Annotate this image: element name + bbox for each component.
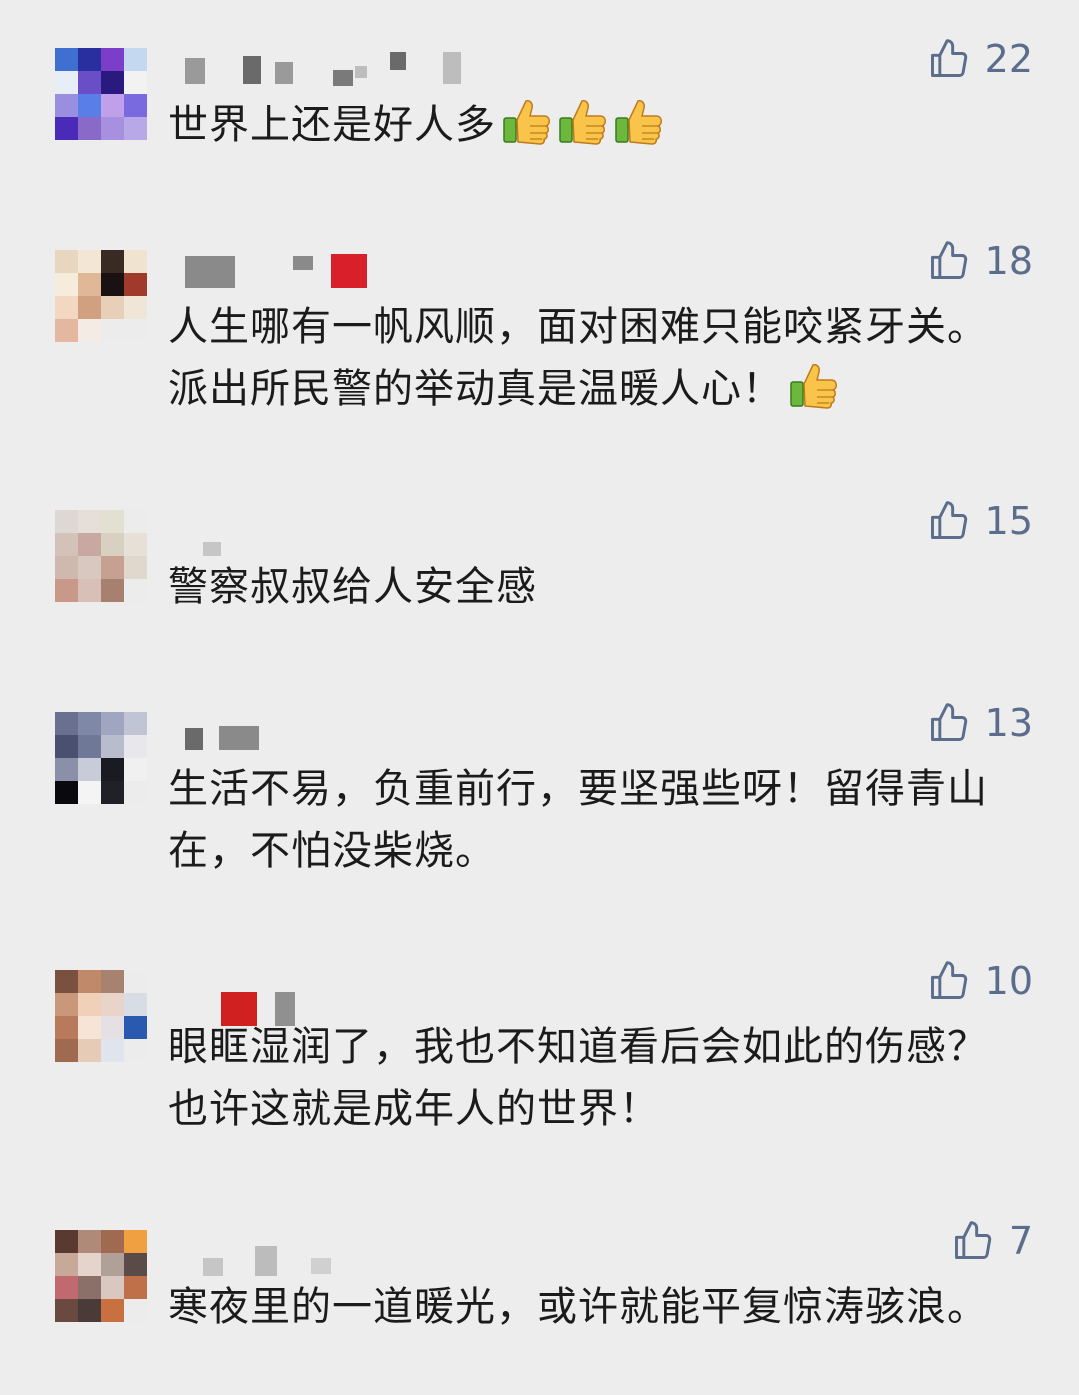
avatar[interactable] xyxy=(55,250,147,342)
like-count: 18 xyxy=(984,239,1033,283)
like-button[interactable]: 15 xyxy=(927,496,1033,546)
thumbs-up-emoji-icon xyxy=(790,364,837,409)
like-count: 15 xyxy=(984,499,1033,543)
avatar[interactable] xyxy=(55,510,147,602)
thumbs-up-emoji-icon xyxy=(615,100,662,145)
like-count: 22 xyxy=(984,37,1033,81)
comment-text-content: 人生哪有一帆风顺，面对困难只能咬紧牙关。派出所民警的举动真是温暖人心！ xyxy=(168,304,988,412)
nickname-redacted[interactable] xyxy=(185,48,485,88)
nickname-redacted[interactable] xyxy=(185,250,485,290)
like-button[interactable]: 7 xyxy=(951,1216,1033,1266)
avatar[interactable] xyxy=(55,1230,147,1322)
thumbs-up-icon xyxy=(930,241,967,279)
comment-text: 寒夜里的一道暖光，或许就能平复惊涛骇浪。 xyxy=(168,1276,1016,1338)
like-count: 7 xyxy=(1008,1219,1033,1263)
thumbs-up-emoji-icon xyxy=(559,100,606,145)
comment-text: 警察叔叔给人安全感 xyxy=(168,556,1016,618)
thumbs-up-icon xyxy=(930,703,967,741)
like-button[interactable]: 10 xyxy=(927,956,1033,1006)
comment-text-content: 生活不易，负重前行，要坚强些呀！留得青山在，不怕没柴烧。 xyxy=(168,766,988,874)
nickname-redacted[interactable] xyxy=(185,510,485,556)
comment-text-content: 眼眶湿润了，我也不知道看后会如此的伤感？也许这就是成年人的世界！ xyxy=(168,1024,988,1132)
avatar[interactable] xyxy=(55,712,147,804)
comment-text-content: 寒夜里的一道暖光，或许就能平复惊涛骇浪。 xyxy=(168,1284,988,1330)
nickname-redacted[interactable] xyxy=(185,712,485,752)
thumbs-up-icon xyxy=(930,961,967,999)
comment-text: 眼眶湿润了，我也不知道看后会如此的伤感？也许这就是成年人的世界！ xyxy=(168,1016,1016,1140)
nickname-redacted[interactable] xyxy=(185,970,485,1026)
avatar[interactable] xyxy=(55,48,147,140)
comment-text: 人生哪有一帆风顺，面对困难只能咬紧牙关。派出所民警的举动真是温暖人心！ xyxy=(168,296,1016,420)
comment-text: 世界上还是好人多 xyxy=(168,94,1016,156)
thumbs-up-icon xyxy=(954,1221,992,1259)
like-count: 13 xyxy=(984,701,1033,745)
like-count: 10 xyxy=(984,959,1033,1003)
thumbs-up-icon xyxy=(930,39,967,77)
like-button[interactable]: 22 xyxy=(927,34,1033,84)
avatar[interactable] xyxy=(55,970,147,1062)
thumbs-up-emoji-icon xyxy=(503,100,550,145)
comment-text: 生活不易，负重前行，要坚强些呀！留得青山在，不怕没柴烧。 xyxy=(168,758,1016,882)
nickname-redacted[interactable] xyxy=(185,1230,485,1276)
thumbs-up-icon xyxy=(930,501,967,539)
like-button[interactable]: 18 xyxy=(927,236,1033,286)
like-button[interactable]: 13 xyxy=(927,698,1033,748)
comment-text-content: 世界上还是好人多 xyxy=(168,102,496,148)
comment-text-content: 警察叔叔给人安全感 xyxy=(168,564,537,610)
